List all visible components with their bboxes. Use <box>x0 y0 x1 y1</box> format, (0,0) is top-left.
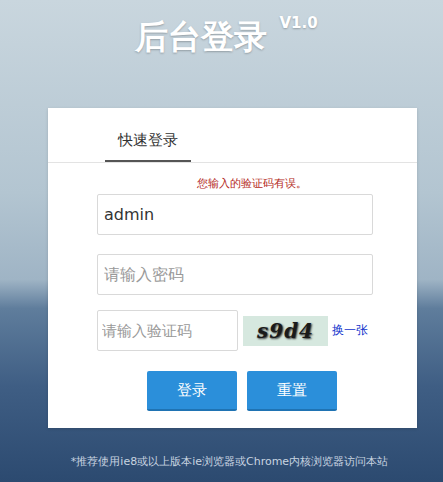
captcha-input[interactable] <box>97 310 238 351</box>
footer-note: *推荐使用ie8或以上版本ie浏览器或Chrome内核浏览器访问本站 <box>0 454 443 469</box>
captcha-image[interactable]: s9d4 <box>243 316 328 346</box>
header: 后台登录 V1.0 <box>0 0 443 108</box>
captcha-row: s9d4 换一张 <box>97 310 417 351</box>
login-page: 后台登录 V1.0 快速登录 您输入的验证码有误。 s9d4 换一张 登录重置 … <box>0 0 443 482</box>
login-button[interactable]: 登录 <box>147 371 237 411</box>
version-label: V1.0 <box>279 14 317 32</box>
button-row: 登录重置 <box>147 371 417 411</box>
login-card: 快速登录 您输入的验证码有误。 s9d4 换一张 登录重置 <box>48 108 417 428</box>
tab[interactable]: 快速登录 <box>105 130 191 162</box>
username-input[interactable] <box>97 194 373 235</box>
reset-button[interactable]: 重置 <box>247 371 337 411</box>
login-form: 您输入的验证码有误。 s9d4 换一张 登录重置 <box>48 163 417 427</box>
tab-bar: 快速登录 <box>48 108 417 163</box>
password-input[interactable] <box>97 254 373 295</box>
error-message: 您输入的验证码有误。 <box>197 176 417 192</box>
page-title: 后台登录 <box>135 14 267 60</box>
refresh-captcha-link[interactable]: 换一张 <box>332 322 368 339</box>
